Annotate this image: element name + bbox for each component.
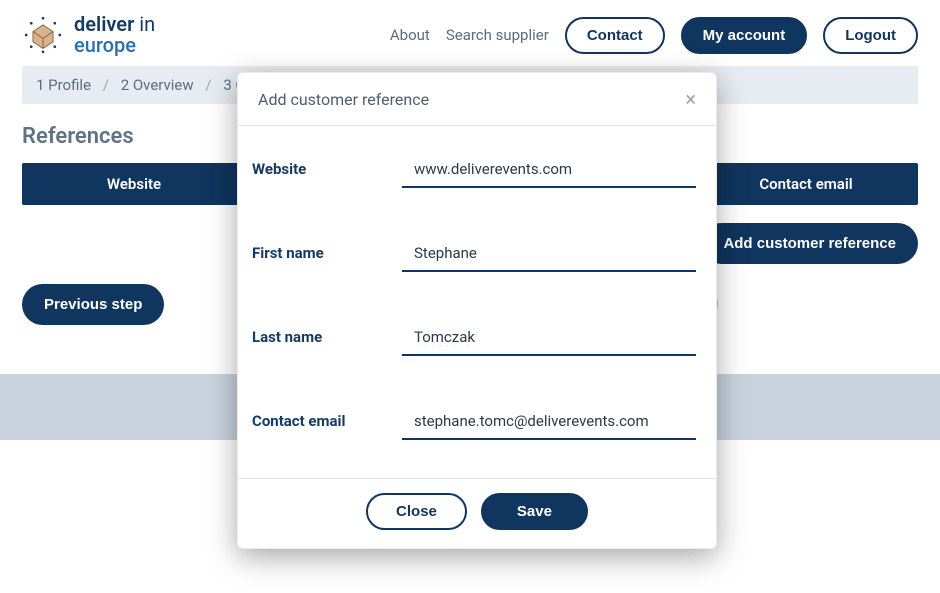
contact-email-input[interactable] xyxy=(402,406,696,440)
website-input[interactable] xyxy=(402,154,696,188)
label-email: Contact email xyxy=(252,406,382,430)
lastname-input[interactable] xyxy=(402,322,696,356)
modal-title: Add customer reference xyxy=(258,90,429,109)
label-firstname: First name xyxy=(252,238,382,262)
firstname-input[interactable] xyxy=(402,238,696,272)
add-reference-modal: Add customer reference × Website First n… xyxy=(237,72,717,549)
label-lastname: Last name xyxy=(252,322,382,346)
close-icon[interactable]: × xyxy=(685,89,696,109)
modal-save-button[interactable]: Save xyxy=(481,493,588,530)
label-website: Website xyxy=(252,154,382,178)
modal-close-button[interactable]: Close xyxy=(366,493,467,530)
